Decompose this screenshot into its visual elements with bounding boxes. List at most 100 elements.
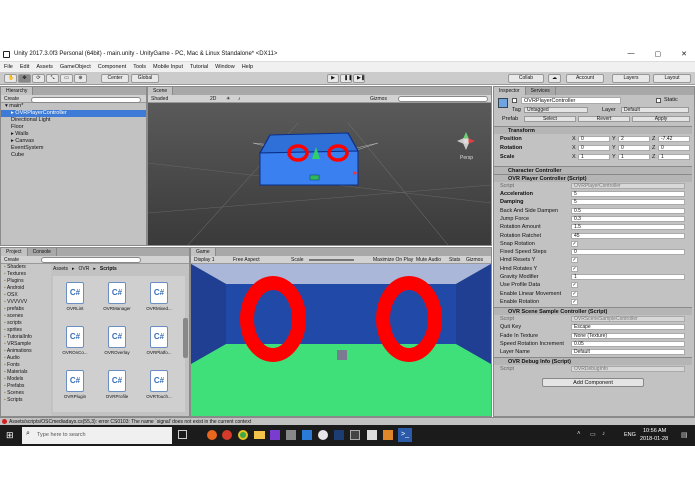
lighting-icon[interactable]: ☀ — [226, 95, 230, 103]
task-view-icon[interactable] — [178, 430, 187, 439]
field-value-input[interactable]: None (Texture) — [571, 332, 685, 339]
hierarchy-item-canvas[interactable]: ▸ Canvas — [1, 138, 146, 145]
taskbar-search-box[interactable]: ⌕ Type here to search — [22, 427, 172, 444]
global-local-button[interactable]: Global — [131, 74, 159, 83]
breadcrumb-scripts[interactable]: Scripts — [100, 266, 117, 272]
layer-dropdown[interactable]: Default — [621, 107, 689, 113]
pause-button[interactable]: ❚❚ — [340, 74, 352, 83]
field-value-input[interactable]: 5 — [571, 199, 685, 206]
folder-tree-item[interactable]: ▪ Textures — [1, 271, 51, 278]
asset-ovrmixed[interactable]: C# OVRMixed... — [145, 282, 173, 311]
menu-file[interactable]: File — [4, 64, 13, 70]
folder-tree-item[interactable]: ▪ Android — [1, 285, 51, 292]
asset-ovrplatform[interactable]: C# OVRPlatfo... — [145, 326, 173, 355]
transform-y-field[interactable]: 2 — [618, 136, 650, 142]
menu-component[interactable]: Component — [98, 64, 126, 70]
scale-slider[interactable] — [309, 259, 354, 261]
field-checkbox[interactable]: ✓ — [571, 282, 578, 289]
transform-tool-icon[interactable]: ⊕ — [74, 74, 87, 83]
hierarchy-item-walls[interactable]: ▸ Walls — [1, 131, 146, 138]
asset-ovrplugin[interactable]: C# OVRPlugin — [61, 370, 89, 399]
scene-root-item[interactable]: ▾ main* — [1, 103, 146, 110]
folder-icon[interactable] — [254, 431, 265, 439]
app-red-icon[interactable] — [222, 430, 232, 440]
folder-tree-item[interactable]: ▪ OSX — [1, 292, 51, 299]
chrome-icon[interactable] — [238, 430, 248, 440]
folder-tree-item[interactable]: ▪ Scenes — [1, 390, 51, 397]
menu-help[interactable]: Help — [242, 64, 253, 70]
display-dropdown[interactable]: Display 1 — [194, 256, 215, 264]
menu-mobile-input[interactable]: Mobile Input — [153, 64, 183, 70]
asset-ovrtouch[interactable]: C# OVRTouch... — [145, 370, 173, 399]
script-reference-field[interactable]: OVRPlayerController — [571, 183, 685, 189]
transform-x-field[interactable]: 0 — [578, 136, 610, 142]
asset-ovrprofile[interactable]: C# OVRProfile — [103, 370, 131, 399]
prefab-select-button[interactable]: Select — [524, 116, 576, 122]
app-gray-icon[interactable] — [286, 430, 296, 440]
transform-x-field[interactable]: 1 — [578, 154, 610, 160]
layout-button[interactable]: Layout — [653, 74, 691, 83]
volume-icon[interactable]: ♪ — [602, 431, 605, 437]
folder-tree-item[interactable]: ▪ Animations — [1, 348, 51, 355]
breadcrumb-ovr[interactable]: OVR — [79, 266, 90, 272]
field-value-input[interactable]: 45 — [571, 232, 685, 239]
rect-tool-icon[interactable]: ▭ — [60, 74, 73, 83]
game-viewport[interactable] — [191, 264, 491, 416]
move-tool-icon[interactable]: ✥ — [18, 74, 31, 83]
folder-tree-item[interactable]: ▪ VRSample — [1, 341, 51, 348]
play-button[interactable]: ▶ — [327, 74, 339, 83]
windows-start-icon[interactable]: ⊞ — [6, 430, 14, 441]
menu-edit[interactable]: Edit — [20, 64, 29, 70]
hand-tool-icon[interactable]: ✋ — [4, 74, 17, 83]
scene-search-input[interactable] — [398, 96, 488, 102]
scene-sample-header[interactable]: OVR Scene Sample Controller (Script) — [494, 307, 692, 315]
debug-info-header[interactable]: OVR Debug Info (Script) — [494, 357, 692, 365]
folder-tree-item[interactable]: ▪ prefabs — [1, 306, 51, 313]
tab-inspector[interactable]: Inspector — [494, 87, 526, 95]
network-icon[interactable]: ▭ — [590, 431, 596, 438]
menu-tutorial[interactable]: Tutorial — [190, 64, 208, 70]
folder-tree-item[interactable]: ▪ Prefabs — [1, 383, 51, 390]
transform-y-field[interactable]: 1 — [618, 154, 650, 160]
hierarchy-item-eventsystem[interactable]: EventSystem — [1, 145, 146, 152]
powershell-icon[interactable]: >_ — [398, 428, 412, 442]
project-create-button[interactable]: Create — [4, 256, 19, 264]
toggle-2d-button[interactable]: 2D — [210, 95, 216, 103]
tab-services[interactable]: Services — [526, 87, 556, 95]
project-search-input[interactable] — [41, 257, 141, 263]
folder-tree-item[interactable]: ▪ Fonts — [1, 362, 51, 369]
scene-gizmos-dropdown[interactable]: Gizmos — [370, 95, 387, 103]
field-checkbox[interactable]: ✓ — [571, 257, 578, 264]
notifications-icon[interactable]: ▤ — [681, 431, 688, 439]
field-checkbox[interactable]: ✓ — [571, 265, 578, 272]
folder-tree-item[interactable]: ▪ Audio — [1, 355, 51, 362]
pivot-center-button[interactable]: Center — [101, 74, 129, 83]
object-name-field[interactable]: OVRPlayerController — [521, 97, 621, 104]
menu-gameobject[interactable]: GameObject — [60, 64, 91, 70]
transform-x-field[interactable]: 0 — [578, 145, 610, 151]
minimize-icon[interactable]: — — [628, 50, 635, 58]
menu-assets[interactable]: Assets — [36, 64, 53, 70]
prefab-apply-button[interactable]: Apply — [632, 116, 690, 122]
field-value-input[interactable]: Default — [571, 349, 685, 356]
asset-ovroncomplete[interactable]: C# OVROnCo... — [61, 326, 89, 355]
menu-window[interactable]: Window — [215, 64, 235, 70]
transform-header[interactable]: Transform — [494, 126, 692, 134]
scale-tool-icon[interactable]: ⤡ — [46, 74, 59, 83]
field-value-input[interactable]: 0.3 — [571, 215, 685, 222]
audio-icon[interactable]: ♪ — [238, 95, 241, 103]
language-indicator[interactable]: ENG — [624, 432, 636, 438]
field-value-input[interactable]: 0 — [571, 249, 685, 256]
active-checkbox[interactable] — [512, 98, 517, 103]
stats-toggle[interactable]: Stats — [449, 256, 460, 264]
asset-ovrmanager[interactable]: C# OVRManager — [103, 282, 131, 311]
folder-tree-item[interactable]: ▪ Models — [1, 376, 51, 383]
static-checkbox[interactable] — [656, 98, 661, 103]
project-scrollbar[interactable] — [183, 318, 188, 358]
media-icon[interactable] — [318, 430, 328, 440]
folder-tree-item[interactable]: ▪ Materials — [1, 369, 51, 376]
field-value-input[interactable]: Escape — [571, 324, 685, 331]
account-button[interactable]: Account — [566, 74, 604, 83]
photoshop-icon[interactable] — [334, 430, 344, 440]
character-controller-header[interactable]: Character Controller — [494, 166, 692, 174]
